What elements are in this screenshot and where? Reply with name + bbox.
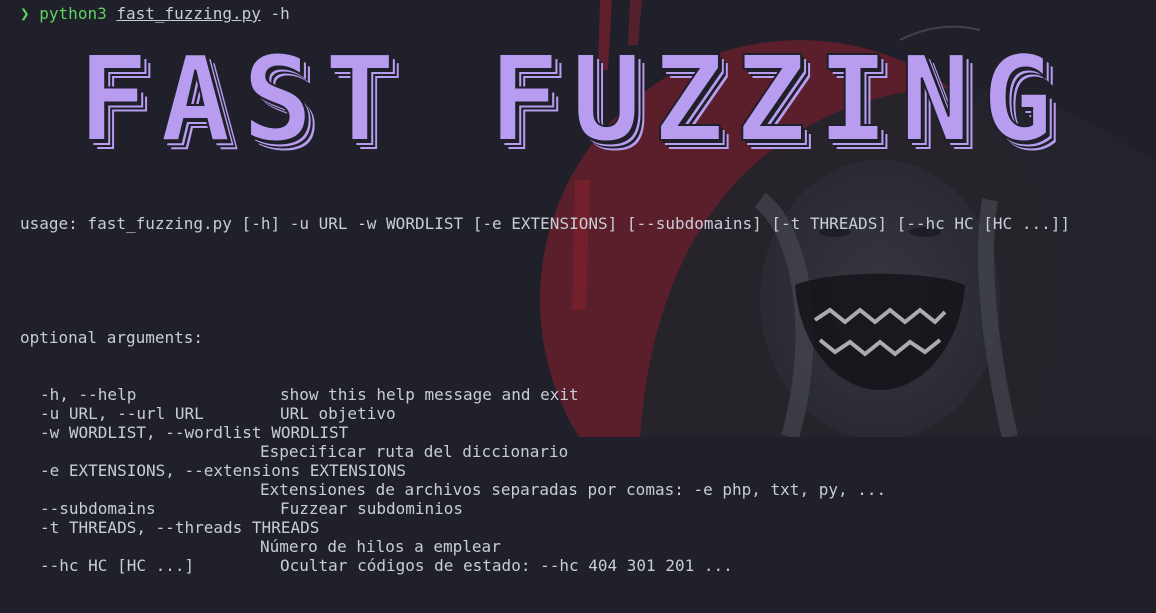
usage-line: usage: fast_fuzzing.py [-h] -u URL -w WO… [20, 214, 1070, 233]
option-row: -e EXTENSIONS, --extensions EXTENSIONS [20, 461, 1070, 480]
option-description: Extensiones de archivos separadas por co… [260, 480, 887, 499]
prompt-arrow-icon: ❯ [20, 4, 30, 23]
option-flag: --hc HC [HC ...] [40, 556, 195, 575]
option-row: -u URL, --url URL URL objetivo [20, 404, 1070, 423]
option-flag: --subdomains [40, 499, 156, 518]
command-name: python3 [39, 4, 107, 23]
option-flag: -u URL, --url URL [40, 404, 204, 423]
option-description: show this help message and exit [280, 385, 579, 404]
option-flag: -e EXTENSIONS, --extensions EXTENSIONS [40, 461, 407, 480]
option-description: Número de hilos a emplear [260, 537, 501, 556]
ascii-banner: FAST FUZZING [77, 30, 1065, 168]
option-row: Especificar ruta del diccionario [20, 442, 1070, 461]
option-row: --subdomains Fuzzear subdominios [20, 499, 1070, 518]
option-description: Ocultar códigos de estado: --hc 404 301 … [280, 556, 733, 575]
help-output: usage: fast_fuzzing.py [-h] -u URL -w WO… [20, 176, 1070, 613]
command-prompt-line: ❯ python3 fast_fuzzing.py -h [20, 4, 290, 24]
option-row: Extensiones de archivos separadas por co… [20, 480, 1070, 499]
option-flag: -w WORDLIST, --wordlist WORDLIST [40, 423, 349, 442]
command-flag: -h [270, 4, 290, 23]
script-filename: fast_fuzzing.py [116, 4, 261, 23]
option-row: --hc HC [HC ...] Ocultar códigos de estad… [20, 556, 1070, 575]
option-description: Especificar ruta del diccionario [260, 442, 569, 461]
section-title: optional arguments: [20, 328, 204, 347]
options-list: -h, --help show this help message and exi… [20, 385, 1070, 575]
option-description: Fuzzear subdominios [280, 499, 464, 518]
option-description: URL objetivo [280, 404, 396, 423]
option-row: -w WORDLIST, --wordlist WORDLIST [20, 423, 1070, 442]
option-row: -t THREADS, --threads THREADS [20, 518, 1070, 537]
banner-title: FAST FUZZING [77, 30, 1065, 168]
option-row: Número de hilos a emplear [20, 537, 1070, 556]
option-flag: -h, --help [40, 385, 137, 404]
option-flag: -t THREADS, --threads THREADS [40, 518, 320, 537]
option-row: -h, --help show this help message and exi… [20, 385, 1070, 404]
